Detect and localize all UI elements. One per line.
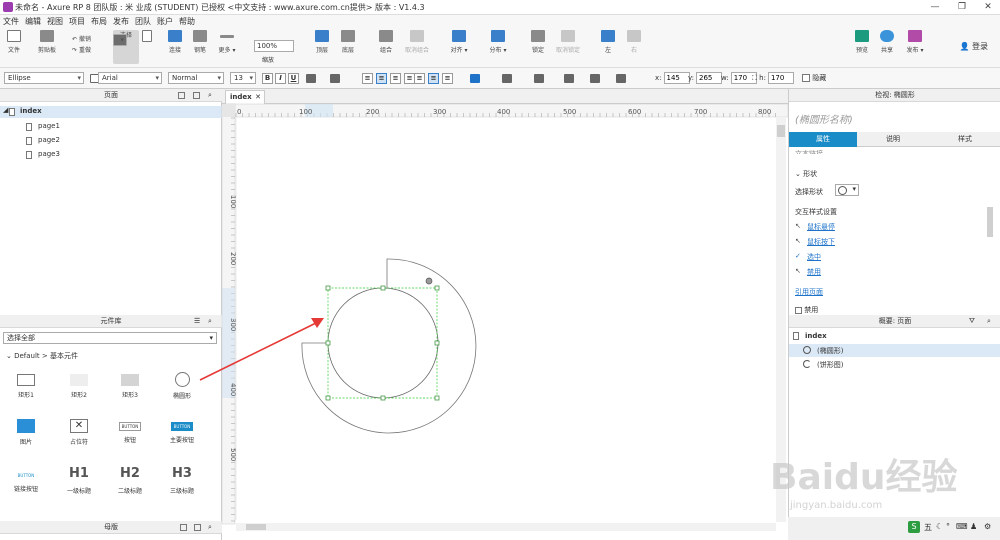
ruler-label-h-300: 300 — [433, 108, 446, 116]
ruler-label-h-700: 700 — [694, 108, 707, 116]
outline-item-ellipse[interactable]: (椭圆形) — [789, 344, 1000, 357]
shape-section[interactable]: ⌄ 形状 — [795, 169, 817, 179]
select-shape-label: 选择形状 — [795, 188, 823, 196]
ruler-label-h-400: 400 — [497, 108, 510, 116]
tray-item-2[interactable]: ° — [946, 522, 950, 531]
outline-item-pie[interactable]: (饼形图) — [789, 358, 1000, 371]
ellipse-shape[interactable] — [327, 287, 439, 399]
tray-item-3[interactable]: ⌨ — [956, 522, 968, 531]
resize-handle-n[interactable] — [380, 285, 386, 291]
pie-angle-handle[interactable] — [425, 277, 433, 285]
inspector-scrollbar-thumb[interactable] — [987, 207, 993, 237]
ime-icon[interactable]: S — [908, 521, 920, 533]
tray-item-4[interactable]: ♟ — [970, 522, 977, 531]
text-link-label: 文本链接 — [795, 150, 823, 154]
resize-handle-nw[interactable] — [325, 285, 331, 291]
annotation-arrow-head — [311, 318, 324, 328]
tray-item-0[interactable]: 五 — [924, 522, 932, 533]
mouse-over-link[interactable]: 鼠标悬停 — [807, 222, 835, 232]
shape-name-input[interactable]: (椭圆形名称) — [795, 111, 853, 126]
ruler-label-h-200: 200 — [366, 108, 379, 116]
cursor-icon: ↖ — [795, 237, 801, 245]
system-tray: S 五 ☾ ° ⌨ ♟ ⚙ — [788, 517, 1000, 540]
resize-handle-w[interactable] — [325, 340, 331, 346]
tab-properties[interactable]: 属性 — [789, 132, 857, 147]
horizontal-scrollbar[interactable] — [236, 523, 776, 531]
tray-item-1[interactable]: ☾ — [936, 522, 943, 531]
inspector-tabs: 属性 说明 样式 — [789, 132, 1000, 147]
horizontal-scrollbar-thumb[interactable] — [246, 524, 266, 530]
vertical-scrollbar-thumb[interactable] — [777, 125, 785, 137]
cursor-icon: ↖ — [795, 267, 801, 275]
pie-icon — [803, 360, 811, 368]
ruler-label-h-0: 0 — [237, 108, 241, 116]
filter-icon[interactable]: ⛛ — [969, 315, 975, 328]
ellipse-icon — [838, 186, 847, 195]
check-icon: ✓ — [795, 252, 801, 260]
watermark-url: jingyan.baidu.com — [790, 500, 883, 511]
search-icon[interactable]: ⌕ — [987, 315, 991, 328]
ellipse-icon — [803, 346, 811, 354]
resize-handle-se[interactable] — [434, 395, 440, 401]
ruler-label-h-100: 100 — [299, 108, 312, 116]
selected-link[interactable]: 选中 — [807, 252, 821, 262]
mouse-down-link[interactable]: 鼠标按下 — [807, 237, 835, 247]
resize-handle-s[interactable] — [380, 395, 386, 401]
interaction-style-title: 交互样式设置 — [795, 208, 837, 216]
ruler-label-h-800: 800 — [758, 108, 771, 116]
baidu-watermark: Baidu经验 — [770, 457, 958, 498]
resize-handle-e[interactable] — [434, 340, 440, 346]
disabled-link[interactable]: 禁用 — [807, 267, 821, 277]
ruler-label-h-600: 600 — [628, 108, 641, 116]
resize-handle-sw[interactable] — [325, 395, 331, 401]
chevron-down-icon: ⌄ — [795, 170, 804, 178]
inspector-header: 检视: 椭圆形 — [789, 89, 1000, 102]
resize-handle-ne[interactable] — [434, 285, 440, 291]
outline-root[interactable]: index — [805, 332, 827, 340]
ruler-label-h-500: 500 — [563, 108, 576, 116]
tab-notes[interactable]: 说明 — [857, 132, 929, 147]
outline-header: 概要: 页面 ⛛ ⌕ — [789, 315, 1000, 328]
tray-item-5[interactable]: ⚙ — [984, 522, 991, 531]
annotation-arrow-line — [199, 321, 319, 381]
cursor-icon: ↖ — [795, 222, 801, 230]
page-icon — [793, 332, 799, 340]
selection-range-v — [222, 288, 235, 398]
tab-style[interactable]: 样式 — [929, 132, 1000, 147]
reference-page-link[interactable]: 引用页面 — [795, 287, 823, 297]
shape-picker[interactable]: ▾ — [835, 184, 859, 196]
disabled-checkbox[interactable]: 禁用 — [795, 305, 818, 315]
ruler-corner — [222, 104, 235, 117]
